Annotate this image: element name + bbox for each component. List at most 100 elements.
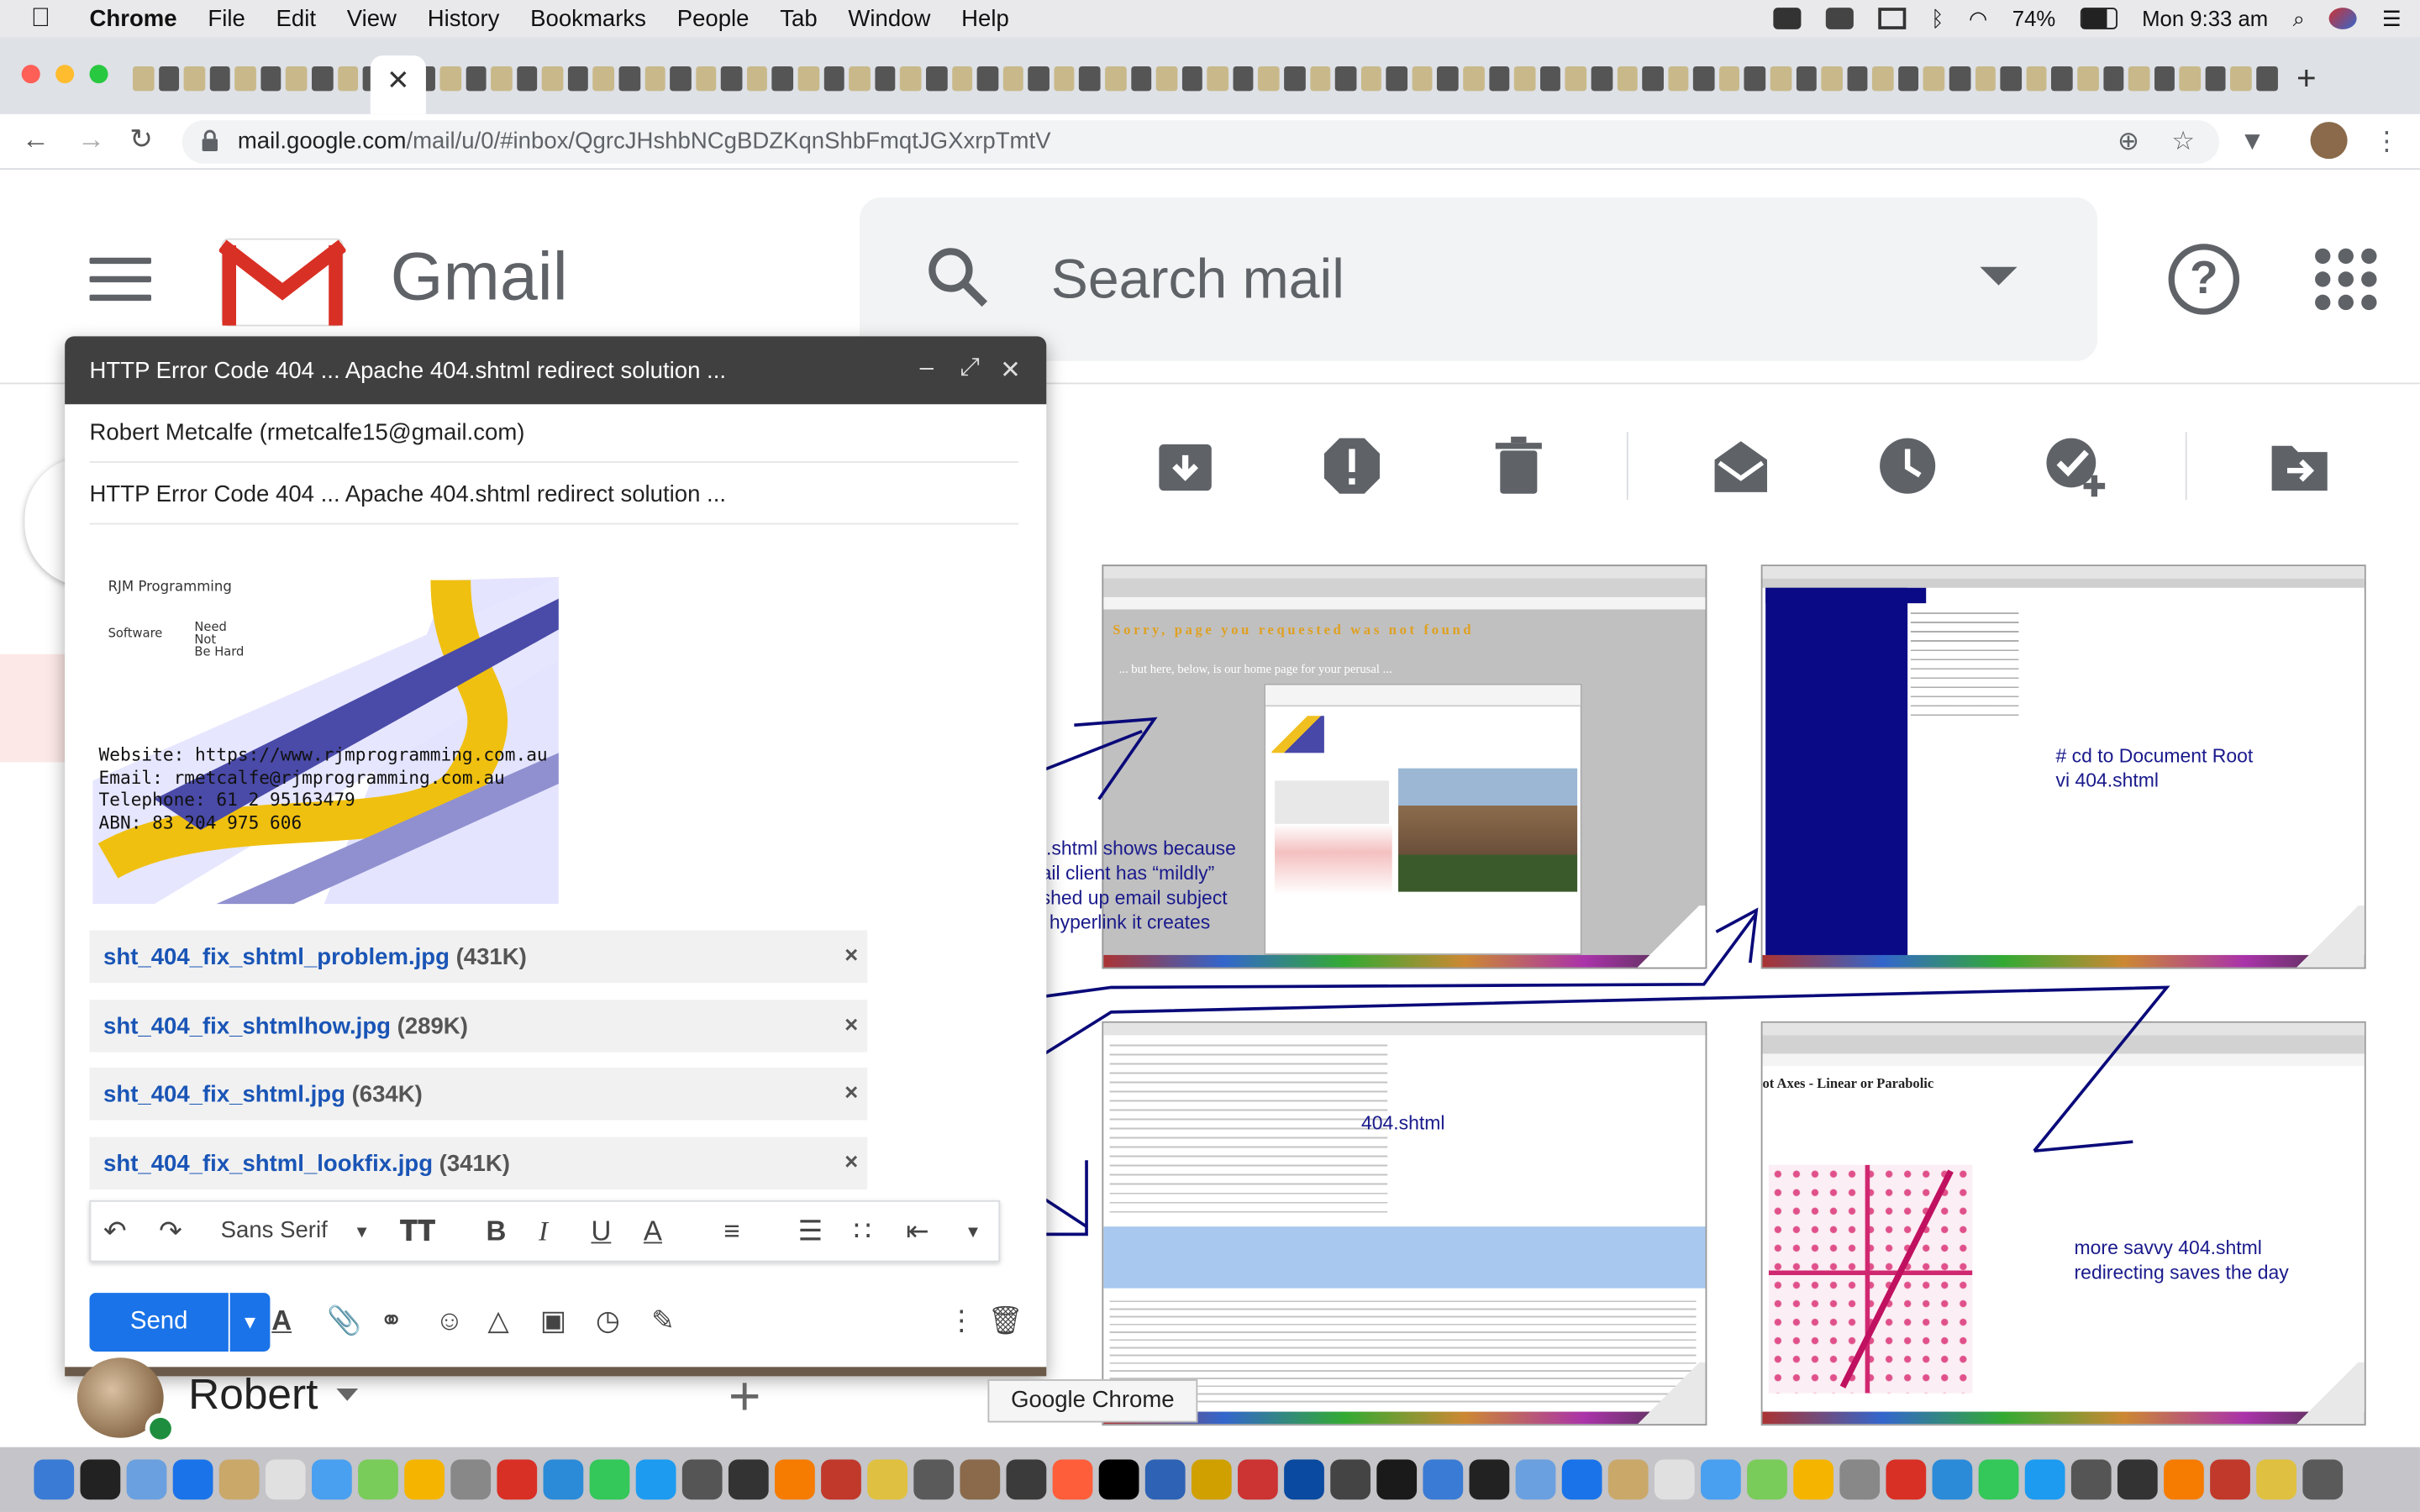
send-options-icon[interactable]: ▼ xyxy=(229,1293,271,1352)
tab-favicon[interactable] xyxy=(1821,66,1843,92)
dock-app-icon[interactable] xyxy=(1561,1459,1602,1500)
tab-favicon[interactable] xyxy=(2051,66,2073,92)
indent-less-icon[interactable]: ⇤ xyxy=(906,1215,929,1248)
pinned-tab-favicons[interactable] xyxy=(132,61,2278,95)
tab-favicon[interactable] xyxy=(1437,66,1459,92)
tab-favicon[interactable] xyxy=(670,66,692,92)
tab-favicon[interactable] xyxy=(1897,66,1919,92)
dock-app-icon[interactable] xyxy=(80,1459,121,1500)
extension-icon[interactable]: ▼ xyxy=(2239,127,2265,158)
bold-icon[interactable]: B xyxy=(487,1215,507,1248)
dock-app-icon[interactable] xyxy=(1515,1459,1556,1500)
attachment-name[interactable]: sht_404_fix_shtml_lookfix.jpg xyxy=(103,1151,433,1177)
tab-favicon[interactable] xyxy=(2000,66,2022,92)
report-spam-icon[interactable] xyxy=(1321,435,1382,496)
tab-favicon[interactable] xyxy=(1488,66,1510,92)
expand-icon[interactable]: ⤢ xyxy=(960,354,980,382)
compose-titlebar[interactable]: HTTP Error Code 404 ... Apache 404.shtml… xyxy=(65,336,1047,405)
chevron-down-icon[interactable]: ▼ xyxy=(354,1224,371,1242)
forward-icon[interactable]: → xyxy=(77,123,105,156)
tab-favicon[interactable] xyxy=(593,66,614,92)
dock-app-icon[interactable] xyxy=(404,1459,445,1500)
tab-favicon[interactable] xyxy=(746,66,768,92)
tab-favicon[interactable] xyxy=(516,66,538,92)
tab-favicon[interactable] xyxy=(1412,66,1434,92)
tab-favicon[interactable] xyxy=(1565,66,1587,92)
gmail-logo-icon[interactable] xyxy=(218,233,346,332)
tab-favicon[interactable] xyxy=(1847,66,1868,92)
remove-attachment-icon[interactable]: × xyxy=(844,1149,858,1175)
dock-app-icon[interactable] xyxy=(821,1459,861,1500)
tab-favicon[interactable] xyxy=(1130,66,1152,92)
tab-favicon[interactable] xyxy=(1028,66,1050,92)
tab-favicon[interactable] xyxy=(234,66,256,92)
dock-app-icon[interactable] xyxy=(1006,1459,1047,1500)
menu-tab[interactable]: Tab xyxy=(780,5,817,31)
tab-favicon[interactable] xyxy=(1233,66,1255,92)
tab-favicon[interactable] xyxy=(1284,66,1306,92)
tab-favicon[interactable] xyxy=(286,66,308,92)
remove-attachment-icon[interactable]: × xyxy=(844,942,858,969)
tab-favicon[interactable] xyxy=(874,66,896,92)
attachment-name[interactable]: sht_404_fix_shtmlhow.jpg xyxy=(103,1014,391,1040)
tab-favicon[interactable] xyxy=(1181,66,1203,92)
dock-app-icon[interactable] xyxy=(312,1459,352,1500)
dock-app-icon[interactable] xyxy=(1839,1459,1881,1500)
url-text[interactable]: mail.google.com/mail/u/0/#inbox/QgrcJHsh… xyxy=(238,128,1051,154)
close-window-button[interactable] xyxy=(21,65,40,84)
siri-icon[interactable] xyxy=(2329,8,2358,29)
tab-favicon[interactable] xyxy=(2179,66,2201,92)
dock-app-icon[interactable] xyxy=(265,1459,306,1500)
back-icon[interactable]: ← xyxy=(22,123,50,156)
attach-file-icon[interactable]: 📎 xyxy=(327,1305,361,1338)
malwarebytes-icon[interactable] xyxy=(1826,8,1854,29)
new-conversation-button[interactable]: + xyxy=(729,1364,761,1429)
tab-favicon[interactable] xyxy=(1770,66,1791,92)
menu-help[interactable]: Help xyxy=(961,5,1009,31)
menu-bookmarks[interactable]: Bookmarks xyxy=(530,5,646,31)
status-app-icon[interactable] xyxy=(1773,8,1802,29)
dock-app-icon[interactable] xyxy=(1654,1459,1695,1500)
tab-favicon[interactable] xyxy=(1617,66,1638,92)
tab-favicon[interactable] xyxy=(183,66,205,92)
delete-icon[interactable] xyxy=(1488,435,1549,496)
tab-favicon[interactable] xyxy=(542,66,564,92)
attachment-chip[interactable]: sht_404_fix_shtml.jpg (634K) × xyxy=(89,1067,868,1121)
tab-favicon[interactable] xyxy=(695,66,717,92)
dock-app-icon[interactable] xyxy=(1793,1459,1833,1500)
address-bar[interactable]: mail.google.com/mail/u/0/#inbox/QgrcJHsh… xyxy=(182,120,2220,164)
tab-favicon[interactable] xyxy=(1975,66,1996,92)
apple-menu-icon[interactable]:  xyxy=(31,3,62,34)
dock-app-icon[interactable] xyxy=(1469,1459,1510,1500)
tab-favicon[interactable] xyxy=(1923,66,1945,92)
underline-icon[interactable]: U xyxy=(591,1215,611,1248)
wifi-icon[interactable]: ◠ xyxy=(1969,5,1987,31)
dock-app-icon[interactable] xyxy=(1932,1459,1973,1500)
tab-favicon[interactable] xyxy=(1949,66,1970,92)
minimize-window-button[interactable] xyxy=(55,65,75,84)
dock-app-icon[interactable] xyxy=(34,1459,75,1500)
menu-people[interactable]: People xyxy=(677,5,750,31)
insert-photo-icon[interactable]: ▣ xyxy=(540,1305,566,1338)
bulleted-list-icon[interactable]: ∷ xyxy=(854,1215,871,1248)
tab-favicon[interactable] xyxy=(491,66,513,92)
tab-favicon[interactable] xyxy=(1514,66,1536,92)
tab-favicon[interactable] xyxy=(951,66,973,92)
emoji-icon[interactable]: ☺ xyxy=(435,1305,464,1338)
dock-app-icon[interactable] xyxy=(450,1459,492,1500)
dock-app-icon[interactable] xyxy=(1747,1459,1787,1500)
tab-favicon[interactable] xyxy=(1054,66,1076,92)
screenshot-404-lookfix[interactable]: ot Axes - Linear or Parabolic xyxy=(1760,1021,2366,1426)
menu-window[interactable]: Window xyxy=(848,5,930,31)
menu-history[interactable]: History xyxy=(428,5,500,31)
tab-favicon[interactable] xyxy=(618,66,640,92)
dock-app-icon[interactable] xyxy=(1701,1459,1741,1500)
tab-favicon[interactable] xyxy=(2077,66,2099,92)
tab-favicon[interactable] xyxy=(1463,66,1485,92)
to-field[interactable]: Robert Metcalfe (rmetcalfe15@gmail.com) xyxy=(89,404,1019,464)
app-menu-chrome[interactable]: Chrome xyxy=(90,5,177,31)
tab-favicon[interactable] xyxy=(1386,66,1407,92)
menu-view[interactable]: View xyxy=(347,5,397,31)
zoom-icon[interactable]: ⊕ xyxy=(2118,127,2139,158)
tab-favicon[interactable] xyxy=(823,66,845,92)
